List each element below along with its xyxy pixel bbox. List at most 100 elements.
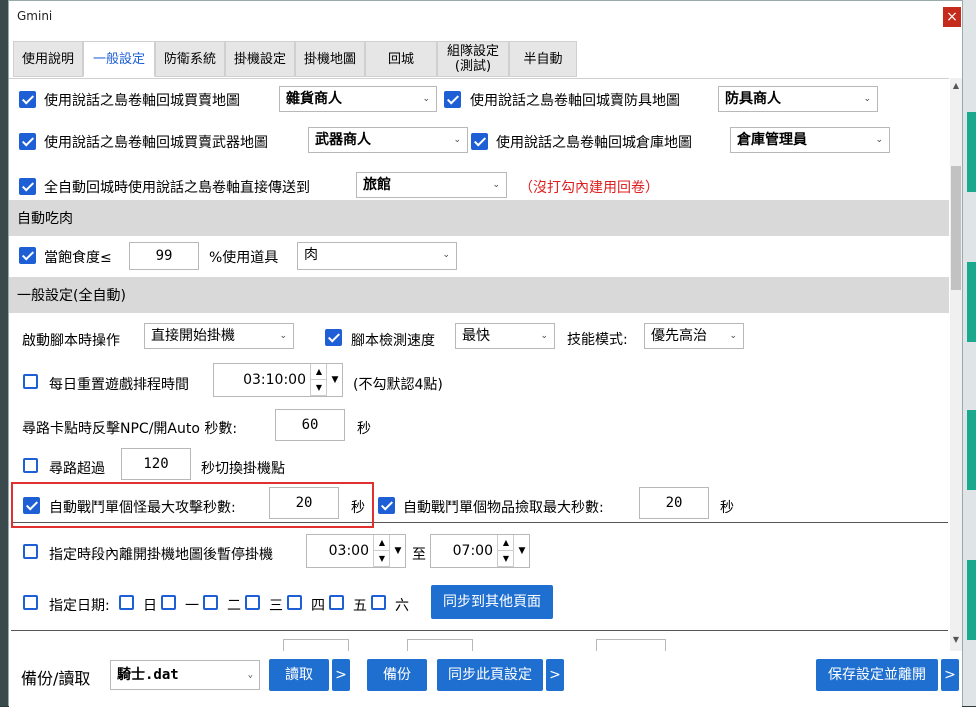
label-backup-load: 備份/讀取 <box>21 669 91 688</box>
checkbox-direct-teleport[interactable] <box>19 178 36 195</box>
select-skill-mode[interactable]: 優先高治 ⌄ <box>644 323 744 349</box>
highlight-box <box>11 482 374 528</box>
backup-button[interactable]: 備份 <box>367 659 427 691</box>
satiety-input[interactable]: 99 <box>129 242 199 270</box>
label-use-item: %使用道具 <box>209 250 279 266</box>
tab-semi-auto[interactable]: 半自動 <box>509 41 577 77</box>
select-food-item[interactable]: 肉 ⌄ <box>297 242 457 270</box>
checkbox-day-fri[interactable] <box>329 595 344 610</box>
chevron-down-icon[interactable]: ▼ <box>326 364 343 396</box>
reset-time-picker[interactable]: 03:10:00 ▲ ▼ ▼ <box>213 363 343 397</box>
chevron-down-icon: ⌄ <box>279 331 287 341</box>
checkbox-time-period[interactable] <box>23 544 38 559</box>
period-to-value: 07:00 <box>452 543 493 559</box>
checkbox-return-weapon[interactable] <box>19 133 36 150</box>
checkbox-return-warehouse[interactable] <box>471 133 488 150</box>
chevron-down-icon[interactable]: ▼ <box>389 535 406 567</box>
spin-updown-icon[interactable]: ▲ ▼ <box>497 535 514 567</box>
divider <box>11 630 948 631</box>
checkbox-pickup-seconds[interactable] <box>378 497 395 514</box>
pickup-seconds-input[interactable]: 20 <box>639 487 709 519</box>
vertical-scrollbar[interactable]: ▲ ▼ <box>950 78 962 651</box>
checkbox-return-shop[interactable] <box>19 91 36 108</box>
label-return-armor: 使用說話之島卷軸回城賣防具地圖 <box>470 93 680 109</box>
window-title: Gmini <box>17 9 53 23</box>
scroll-up-icon[interactable]: ▲ <box>950 81 962 90</box>
label-return-weapon: 使用說話之島卷軸回城買賣武器地圖 <box>44 135 268 151</box>
load-button[interactable]: 讀取 <box>269 659 329 691</box>
label-specific-date: 指定日期: <box>49 598 110 614</box>
label-skill-mode: 技能模式: <box>567 332 628 348</box>
sync-page-more-button[interactable]: > <box>546 659 564 691</box>
chevron-down-icon: ⌄ <box>442 250 450 260</box>
tab-defense[interactable]: 防衛系統 <box>155 41 225 77</box>
tab-return-town[interactable]: 回城 <box>365 41 437 77</box>
tab-idle-map[interactable]: 掛機地圖 <box>295 41 365 77</box>
label-path-timeout: 尋路超過 <box>49 461 105 477</box>
chevron-down-icon: ⌄ <box>453 135 461 145</box>
chevron-down-icon: ⌄ <box>540 331 548 341</box>
label-path-timeout-suffix: 秒切換掛機點 <box>201 461 285 477</box>
select-start-action[interactable]: 直接開始掛機 ⌄ <box>144 323 294 349</box>
load-more-button[interactable]: > <box>332 659 350 691</box>
scroll-thumb[interactable] <box>951 166 961 290</box>
select-backup-file[interactable]: 騎士.dat ⌄ <box>110 660 260 690</box>
label-return-warehouse: 使用說話之島卷軸回城倉庫地圖 <box>496 135 692 151</box>
label-day-sun: 日 <box>143 598 157 614</box>
tab-general-settings[interactable]: 一般設定 <box>83 41 155 77</box>
spin-updown-icon[interactable]: ▲ ▼ <box>310 364 327 396</box>
chevron-down-icon: ⌄ <box>422 94 430 104</box>
select-return-shop[interactable]: 雜貨商人 ⌄ <box>279 86 437 112</box>
label-stuck-seconds: 尋路卡點時反擊NPC/開Auto 秒數: <box>22 421 238 437</box>
checkbox-path-timeout[interactable] <box>23 458 38 473</box>
label-satiety: 當飽食度≤ <box>44 250 112 266</box>
background-right-panel <box>963 0 976 706</box>
select-return-warehouse[interactable]: 倉庫管理員 ⌄ <box>730 127 890 153</box>
spin-updown-icon[interactable]: ▲ ▼ <box>373 535 390 567</box>
select-speed[interactable]: 最快 ⌄ <box>455 323 555 349</box>
chevron-down-icon: ⌄ <box>875 135 883 145</box>
chevron-down-icon[interactable]: ▼ <box>513 535 530 567</box>
select-return-weapon[interactable]: 武器商人 ⌄ <box>308 127 468 153</box>
period-to-picker[interactable]: 07:00 ▲ ▼ ▼ <box>430 534 530 568</box>
label-seconds: 秒 <box>720 500 734 516</box>
checkbox-day-sat[interactable] <box>371 595 386 610</box>
section-auto-eat: 自動吃肉 <box>9 200 949 236</box>
select-return-armor[interactable]: 防具商人 ⌄ <box>718 86 878 112</box>
label-daily-reset: 每日重置遊戲排程時間 <box>49 377 189 393</box>
period-from-value: 03:00 <box>328 543 369 559</box>
label-direct-teleport: 全自動回城時使用說話之島卷軸直接傳送到 <box>44 180 310 196</box>
reset-time-value: 03:10:00 <box>243 372 306 388</box>
checkbox-auto-eat[interactable] <box>19 247 36 264</box>
label-time-period: 指定時段內離開掛機地圖後暫停掛機 <box>49 547 273 563</box>
period-from-picker[interactable]: 03:00 ▲ ▼ ▼ <box>306 534 406 568</box>
checkbox-day-thu[interactable] <box>287 595 302 610</box>
label-speed: 腳本檢測速度 <box>351 333 435 349</box>
close-button[interactable]: × <box>943 7 961 27</box>
title-bar: Gmini × <box>9 1 962 35</box>
checkbox-day-mon[interactable] <box>161 595 176 610</box>
checkbox-day-wed[interactable] <box>245 595 260 610</box>
sync-other-pages-button[interactable]: 同步到其他頁面 <box>431 585 553 619</box>
scroll-down-icon[interactable]: ▼ <box>950 635 962 644</box>
sync-page-button[interactable]: 同步此頁設定 <box>437 659 543 691</box>
tab-instructions[interactable]: 使用說明 <box>13 41 83 77</box>
chevron-down-icon: ⌄ <box>492 180 500 190</box>
checkbox-day-sun[interactable] <box>119 595 134 610</box>
save-and-exit-button[interactable]: 保存設定並離開 <box>816 659 938 691</box>
checkbox-daily-reset[interactable] <box>23 374 38 389</box>
tab-idle-settings[interactable]: 掛機設定 <box>225 41 295 77</box>
checkbox-speed[interactable] <box>325 329 342 346</box>
checkbox-specific-date[interactable] <box>23 595 38 610</box>
save-more-button[interactable]: > <box>941 659 959 691</box>
checkbox-return-armor[interactable] <box>444 91 461 108</box>
stuck-seconds-input[interactable]: 60 <box>275 409 345 441</box>
settings-panel: 使用說話之島卷軸回城買賣地圖 雜貨商人 ⌄ 使用說話之島卷軸回城賣防具地圖 防具商… <box>9 78 949 652</box>
select-teleport-target[interactable]: 旅館 ⌄ <box>356 172 507 198</box>
tab-party[interactable]: 組隊設定 (測試) <box>437 41 509 77</box>
label-seconds: 秒 <box>357 421 371 437</box>
checkbox-day-tue[interactable] <box>203 595 218 610</box>
chevron-down-icon: ⌄ <box>863 94 871 104</box>
app-window: Gmini × 使用說明 一般設定 防衛系統 掛機設定 掛機地圖 回城 組隊設定… <box>8 0 963 707</box>
path-timeout-input[interactable]: 120 <box>121 448 191 480</box>
